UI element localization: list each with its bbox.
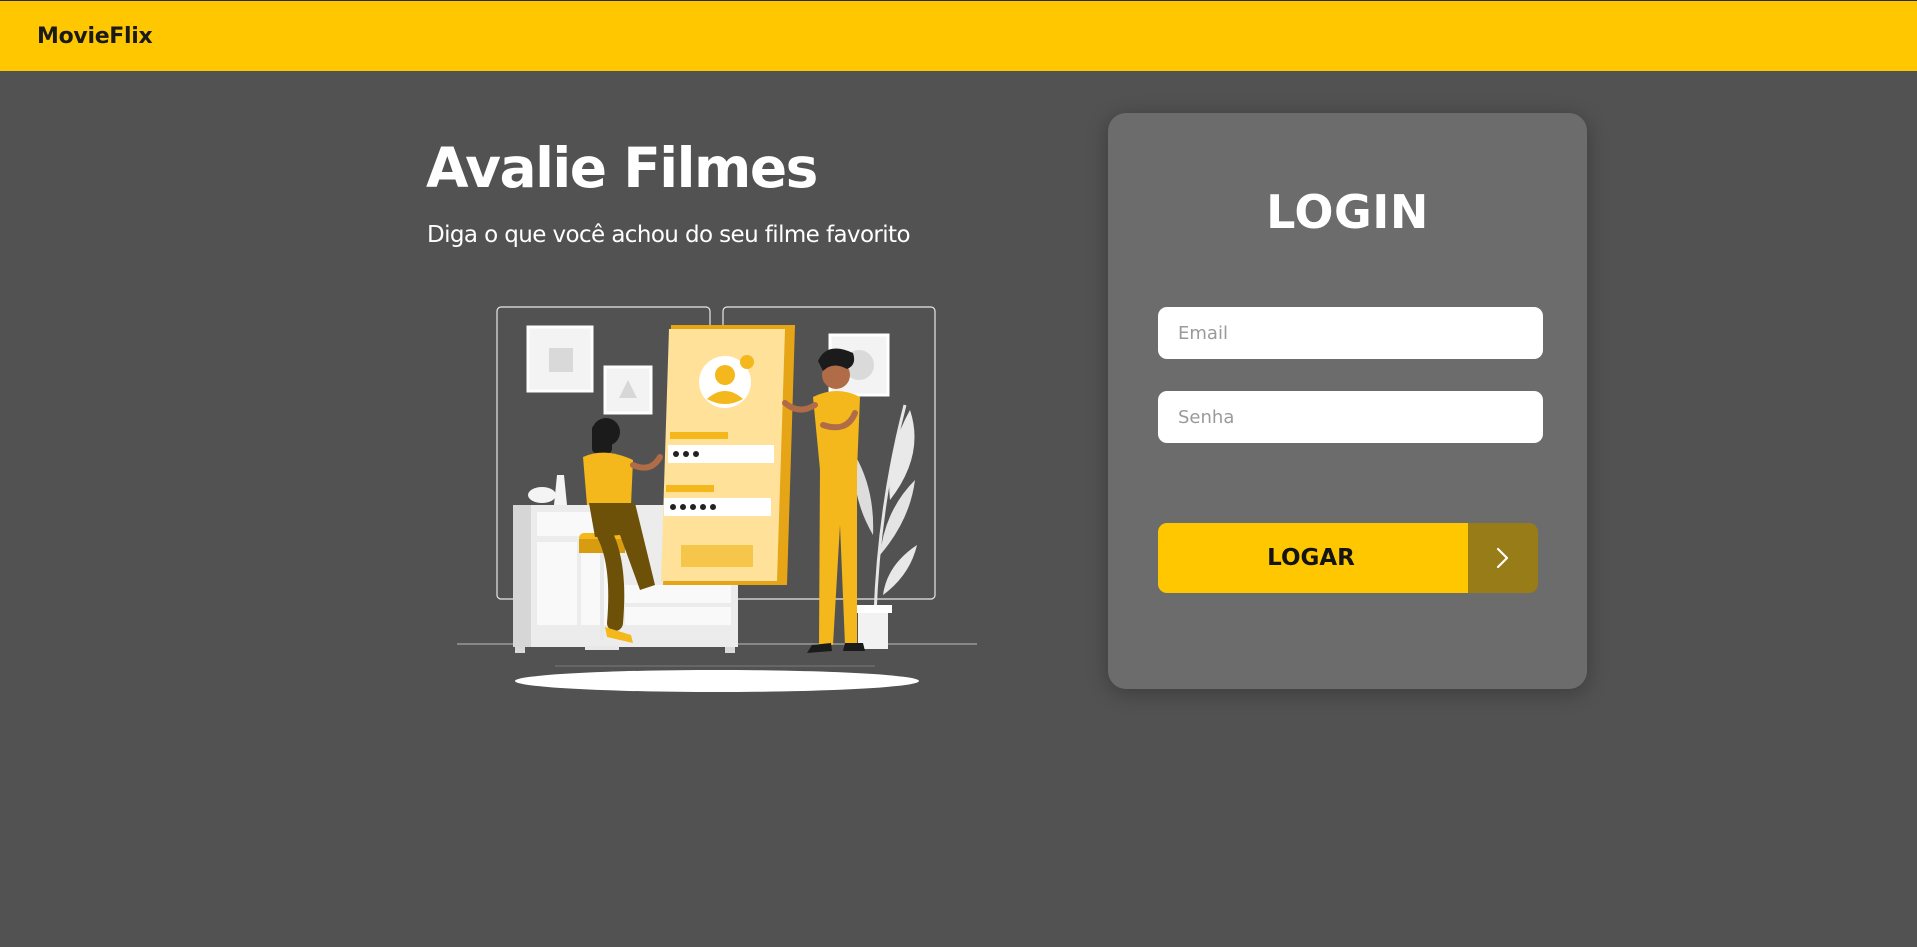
page-subtitle: Diga o que você achou do seu filme favor… xyxy=(427,222,911,248)
chevron-right-icon xyxy=(1468,523,1538,593)
brand-logo[interactable]: MovieFlix xyxy=(37,24,153,49)
login-title: LOGIN xyxy=(1266,185,1429,239)
login-card: LOGIN LOGAR xyxy=(1108,113,1587,689)
login-button[interactable]: LOGAR xyxy=(1158,523,1538,593)
password-input[interactable] xyxy=(1158,391,1543,443)
page-title: Avalie Filmes xyxy=(426,136,818,200)
login-illustration xyxy=(457,306,977,692)
email-input[interactable] xyxy=(1158,307,1543,359)
navbar: MovieFlix xyxy=(0,0,1917,71)
login-button-label: LOGAR xyxy=(1158,523,1468,593)
